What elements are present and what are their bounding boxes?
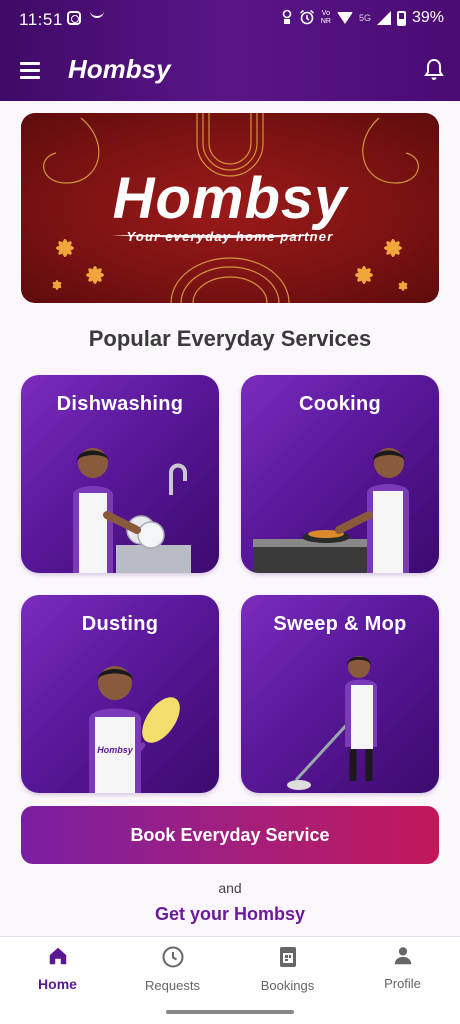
alarm-icon <box>299 9 315 27</box>
service-card-dishwashing[interactable]: Dishwashing <box>21 375 219 573</box>
service-card-cooking[interactable]: Cooking <box>241 375 439 573</box>
wifi-icon <box>336 12 353 24</box>
app-bar: Hombsy <box>0 46 460 96</box>
and-text: and <box>218 880 242 896</box>
nr-label: NR <box>320 18 331 25</box>
person-icon <box>345 945 460 970</box>
cell-signal-icon <box>376 11 391 25</box>
banner-title: Hombsy <box>112 166 348 231</box>
nav-label: Profile <box>384 976 421 991</box>
volte-indicator: Vo NR <box>321 10 331 26</box>
nav-label: Bookings <box>260 978 315 993</box>
nav-item-home[interactable]: Home <box>0 945 115 992</box>
service-card-sweep-mop[interactable]: Sweep & Mop <box>241 595 439 793</box>
banner-tagline: Your everyday home partner <box>126 229 334 244</box>
service-label: Dishwashing <box>56 393 184 415</box>
nav-label: Home <box>38 976 77 992</box>
gesture-home-bar[interactable] <box>166 1010 294 1014</box>
nav-label: Requests <box>145 978 200 993</box>
battery-icon <box>396 10 406 26</box>
nav-item-profile[interactable]: Profile <box>345 945 460 991</box>
service-label: Dusting <box>81 613 159 635</box>
top-header: 11:51 Vo NR 5G 39% Hombsy <box>0 0 460 101</box>
instagram-notification-icon <box>67 11 81 25</box>
network-type-label: 5G <box>358 13 371 23</box>
promo-banner[interactable]: Hombsy Your everyday home partner <box>21 113 439 303</box>
status-icons: Vo NR 5G 39% <box>281 9 444 27</box>
home-icon <box>0 945 115 970</box>
clock-icon <box>115 945 230 972</box>
calendar-icon <box>230 945 345 972</box>
volte-label: Vo <box>321 10 330 17</box>
uniform-logo-text: Hombsy <box>97 745 134 755</box>
status-bar: 11:51 Vo NR 5G 39% <box>0 0 460 40</box>
service-label: Sweep & Mop <box>273 613 407 635</box>
service-label: Cooking <box>298 393 382 415</box>
book-everyday-service-button[interactable]: Book Everyday Service <box>21 806 439 864</box>
bell-icon[interactable] <box>424 58 444 82</box>
nav-item-bookings[interactable]: Bookings <box>230 945 345 993</box>
get-your-hombsy-link[interactable]: Get your Hombsy <box>0 904 460 925</box>
hamburger-menu-icon[interactable] <box>20 62 40 79</box>
status-time: 11:51 <box>19 10 63 29</box>
section-title: Popular Everyday Services <box>88 326 372 351</box>
nav-item-requests[interactable]: Requests <box>115 945 230 993</box>
data-saver-icon <box>281 9 293 27</box>
service-card-dusting[interactable]: Hombsy Dusting <box>21 595 219 793</box>
battery-percent: 39% <box>411 9 444 26</box>
amazon-notification-icon <box>90 10 104 18</box>
app-title: Hombsy <box>68 54 171 84</box>
